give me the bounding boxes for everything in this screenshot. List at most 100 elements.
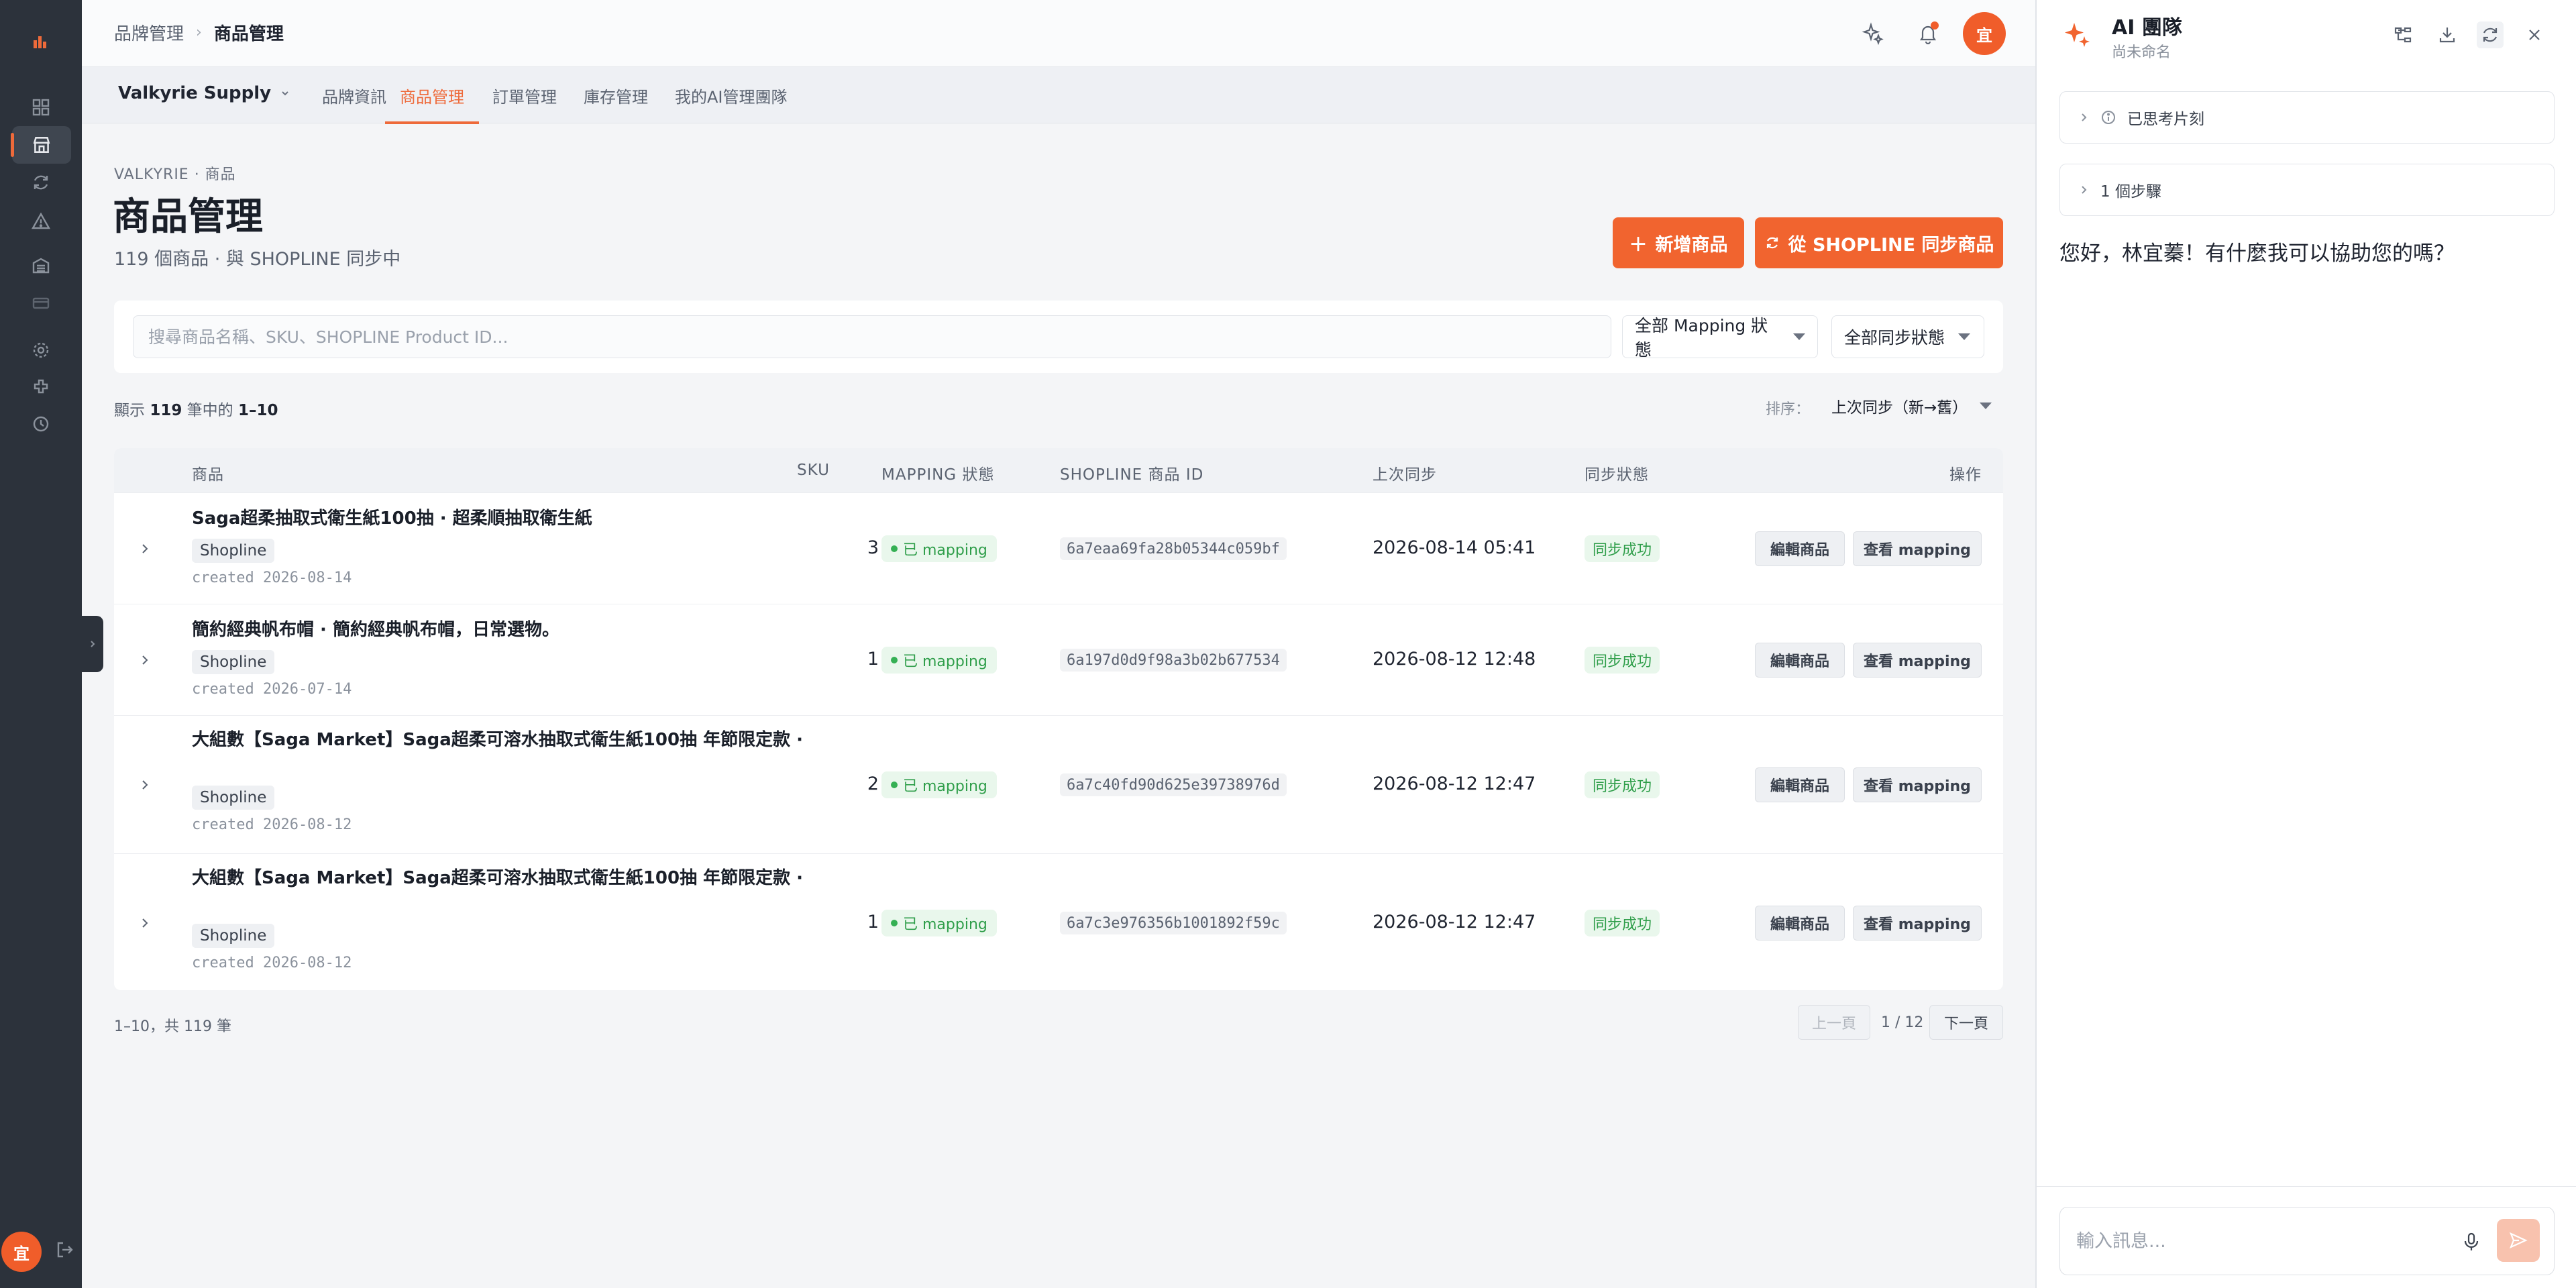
close-icon[interactable] [2521, 21, 2548, 48]
pagination-summary: 1–10，共 119 筆 [114, 1018, 231, 1035]
column-header-sku: SKU [797, 462, 830, 479]
source-tag: Shopline [192, 924, 275, 948]
breadcrumb: 品牌管理 › 商品管理 [114, 20, 284, 45]
thinking-label: 已思考片刻 [2127, 111, 2204, 128]
created-date: created 2026-07-14 [192, 681, 352, 698]
tab-products[interactable]: 商品管理 [385, 67, 479, 124]
sort-value: 上次同步（新→舊） [1831, 399, 1968, 417]
ai-sparkle-icon[interactable] [1860, 20, 1886, 47]
source-tag: Shopline [192, 650, 275, 674]
brand-tabbar: Valkyrie Supply 品牌資訊 商品管理 訂單管理 庫存管理 我的AI… [82, 67, 2035, 124]
table-row[interactable]: 簡約經典帆布帽 · 簡約經典帆布帽，日常選物。 Shopline created… [114, 604, 2003, 715]
notification-bell-icon[interactable] [1915, 20, 1941, 47]
shopline-product-id: 6a197d0d9f98a3b02b677534 [1060, 649, 1287, 672]
top-header: 品牌管理 › 商品管理 宜 [82, 0, 2035, 67]
edit-product-button[interactable]: 編輯商品 [1755, 643, 1845, 678]
download-icon[interactable] [2434, 21, 2461, 48]
breadcrumb-separator-icon: › [196, 24, 202, 41]
left-rail: 宜 [0, 0, 82, 1288]
expand-chevron-icon[interactable] [138, 542, 152, 555]
edit-product-button[interactable]: 編輯商品 [1755, 767, 1845, 802]
chevron-right-icon [2082, 113, 2087, 121]
status-dot [891, 657, 898, 663]
sync-status-badge: 同步成功 [1585, 647, 1660, 674]
tab-ai-team[interactable]: 我的AI管理團隊 [660, 67, 802, 123]
thinking-collapsible[interactable]: 已思考片刻 [2059, 91, 2555, 144]
last-sync-time: 2026-08-12 12:47 [1373, 912, 1536, 932]
table-row[interactable]: 大組數【Saga Market】Saga超柔可溶水抽取式衛生紙100抽 年節限定… [114, 853, 2003, 990]
edit-product-button[interactable]: 編輯商品 [1755, 531, 1845, 566]
sync-status-badge: 同步成功 [1585, 771, 1660, 798]
product-name[interactable]: 大組數【Saga Market】Saga超柔可溶水抽取式衛生紙100抽 年節限定… [192, 727, 822, 753]
panel-title: AI 團隊 [2112, 16, 2182, 40]
sync-icon[interactable] [28, 169, 54, 196]
view-mapping-button[interactable]: 查看 mapping [1853, 531, 1982, 566]
panel-subtitle: 尚未命名 [2112, 44, 2171, 61]
shopline-product-id: 6a7c40fd90d625e39738976d [1060, 773, 1287, 796]
table-row[interactable]: 大組數【Saga Market】Saga超柔可溶水抽取式衛生紙100抽 年節限定… [114, 715, 2003, 853]
header-avatar[interactable]: 宜 [1963, 12, 2006, 55]
sync-shopline-button[interactable]: 從 SHOPLINE 同步商品 [1755, 217, 2003, 268]
ai-team-panel: AI 團隊 尚未命名 已思考片刻 1 個步驟 您好，林宜蓁！有什麼我可以協助您的… [2035, 0, 2576, 1288]
settings-icon[interactable] [28, 337, 54, 364]
shopline-product-id: 6a7c3e976356b1001892f59c [1060, 912, 1287, 934]
expand-chevron-icon[interactable] [138, 916, 152, 930]
status-dot [891, 920, 898, 926]
store-icon[interactable] [11, 126, 71, 164]
tab-inventory[interactable]: 庫存管理 [569, 67, 663, 123]
breadcrumb-brand[interactable]: 品牌管理 [114, 20, 184, 45]
chevron-right-icon [91, 641, 95, 647]
view-mapping-button[interactable]: 查看 mapping [1853, 643, 1982, 678]
mapping-status-filter[interactable]: 全部 Mapping 狀態 [1622, 315, 1818, 360]
view-mapping-button[interactable]: 查看 mapping [1853, 906, 1982, 941]
mapping-status-badge: 已 mapping [881, 647, 997, 674]
sync-status-badge: 同步成功 [1585, 535, 1660, 562]
sync-filter-value: 全部同步狀態 [1844, 328, 1945, 347]
chat-composer [2037, 1186, 2576, 1288]
refresh-icon[interactable] [2477, 21, 2504, 48]
sort-label: 排序： [1766, 401, 1811, 418]
hierarchy-icon[interactable] [2390, 21, 2416, 48]
sync-shopline-label: 從 SHOPLINE 同步商品 [1788, 234, 1994, 256]
brand-selector[interactable]: Valkyrie Supply [118, 83, 290, 103]
app-logo-icon[interactable] [27, 27, 54, 54]
status-dot [891, 545, 898, 552]
source-tag: Shopline [192, 539, 275, 563]
product-name[interactable]: 大組數【Saga Market】Saga超柔可溶水抽取式衛生紙100抽 年節限定… [192, 865, 822, 892]
dashboard-icon[interactable] [28, 94, 54, 121]
view-mapping-button[interactable]: 查看 mapping [1853, 767, 1982, 802]
product-name[interactable]: Saga超柔抽取式衛生紙100抽 · 超柔順抽取衛生紙 [192, 505, 822, 532]
tab-orders[interactable]: 訂單管理 [478, 67, 572, 123]
next-page-button[interactable]: 下一頁 [1929, 1005, 2003, 1040]
history-icon[interactable] [28, 411, 54, 437]
product-name[interactable]: 簡約經典帆布帽 · 簡約經典帆布帽，日常選物。 [192, 616, 822, 643]
warning-icon[interactable] [28, 208, 54, 235]
edit-product-button[interactable]: 編輯商品 [1755, 906, 1845, 941]
product-search-input[interactable] [133, 315, 1611, 358]
table-row[interactable]: Saga超柔抽取式衛生紙100抽 · 超柔順抽取衛生紙 Shopline cre… [114, 492, 2003, 604]
steps-label: 1 個步驟 [2100, 183, 2161, 201]
sync-status-filter[interactable]: 全部同步狀態 [1831, 315, 1984, 358]
logout-icon[interactable] [55, 1240, 78, 1263]
sidebar-expand-toggle[interactable] [82, 616, 103, 672]
steps-collapsible[interactable]: 1 個步驟 [2059, 164, 2555, 216]
plus-icon: ＋ [1629, 234, 1648, 256]
sort-select[interactable]: 上次同步（新→舊） [1822, 389, 2001, 423]
add-product-button[interactable]: ＋ 新增商品 [1613, 217, 1744, 268]
mapping-filter-value: 全部 Mapping 狀態 [1635, 316, 1768, 360]
column-header-mapping: MAPPING 狀態 [881, 466, 995, 484]
microphone-icon[interactable] [2458, 1228, 2485, 1255]
mapping-status-badge: 已 mapping [881, 910, 997, 936]
column-header-sync-status: 同步狀態 [1585, 466, 1649, 484]
expand-chevron-icon[interactable] [138, 778, 152, 792]
mapping-status-badge: 已 mapping [881, 535, 997, 562]
send-button[interactable] [2497, 1219, 2540, 1262]
card-icon[interactable] [28, 290, 54, 317]
sku-count: 2 [867, 773, 879, 794]
warehouse-icon[interactable] [28, 252, 54, 279]
expand-chevron-icon[interactable] [138, 653, 152, 667]
assistant-greeting: 您好，林宜蓁！有什麼我可以協助您的嗎？ [2059, 241, 2455, 266]
prev-page-button[interactable]: 上一頁 [1798, 1005, 1870, 1040]
user-avatar[interactable]: 宜 [1, 1232, 42, 1272]
plugin-icon[interactable] [28, 373, 54, 400]
